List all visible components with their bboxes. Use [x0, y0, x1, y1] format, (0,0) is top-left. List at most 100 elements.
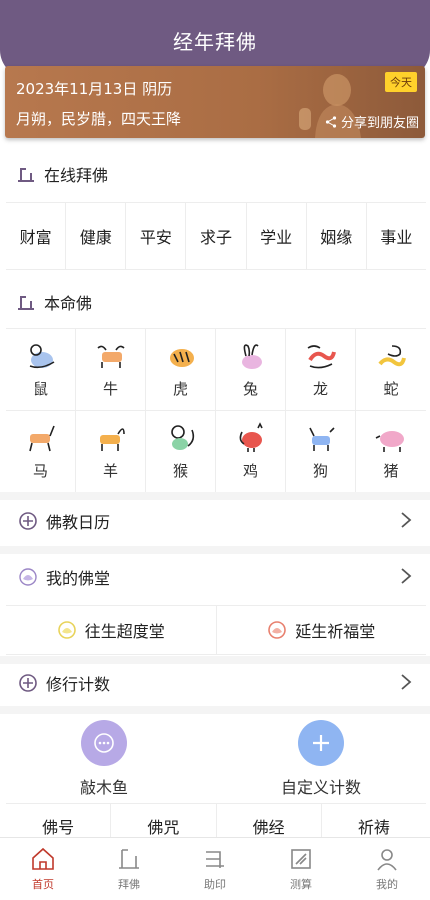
day-events: 月朔，民岁腊，四天王降 [16, 110, 182, 128]
patron-buddha-heading: 本命佛 [16, 290, 92, 314]
nav-profile-label: 我的 [376, 878, 398, 891]
zodiac-rat[interactable]: 鼠 [6, 329, 76, 411]
lotus-icon [57, 621, 76, 639]
zodiac-pig[interactable]: 猪 [356, 411, 426, 493]
online-worship-heading: 在线拜佛 [16, 162, 108, 186]
dog-icon [308, 427, 335, 451]
online-worship-title: 在线拜佛 [44, 166, 109, 185]
zodiac-snake[interactable]: 蛇 [356, 329, 426, 411]
zodiac-ox[interactable]: 牛 [76, 329, 146, 411]
horse-icon [28, 425, 55, 452]
date-banner[interactable]: 2023年11月13日 阴历 月朔，民岁腊，四天王降 今天 分享到朋友圈 [5, 66, 425, 138]
section-divider [0, 706, 430, 714]
plus-icon [298, 720, 344, 766]
nav-home[interactable]: 首页 [0, 838, 86, 900]
blessing-hall-label: 延生祈福堂 [295, 622, 376, 641]
custom-counter-label: 自定义计数 [281, 778, 362, 797]
custom-counter[interactable]: 自定义计数 [281, 720, 361, 798]
goat-icon [99, 428, 125, 451]
woodfish-label: 敲木鱼 [80, 778, 129, 797]
zodiac-label: 鼠 [32, 380, 48, 398]
nav-home-label: 首页 [32, 878, 54, 891]
zodiac-label: 兔 [242, 380, 258, 398]
rat-icon [29, 344, 54, 369]
zodiac-label: 牛 [102, 380, 118, 398]
nav-print[interactable]: 助印 [172, 838, 258, 900]
my-buddha-hall-label: 我的佛堂 [46, 569, 111, 588]
bottom-navigation: 首页 拜佛 助印 测算 我的 [0, 837, 430, 900]
altar-icon [18, 296, 34, 310]
nav-profile[interactable]: 我的 [344, 838, 430, 900]
lunar-date: 2023年11月13日 阴历 [16, 80, 173, 98]
blessing-hall-button[interactable]: 延生祈福堂 [217, 606, 427, 654]
altar-icon [119, 849, 139, 869]
patron-buddha-title: 本命佛 [44, 294, 93, 313]
monkey-icon [170, 425, 194, 450]
zodiac-dog[interactable]: 狗 [286, 411, 356, 493]
zodiac-horse[interactable]: 马 [6, 411, 76, 493]
worship-category[interactable]: 健康 [66, 203, 127, 269]
woodfish-counter[interactable]: 敲木鱼 [80, 720, 128, 798]
share-button[interactable]: 分享到朋友圈 [325, 112, 419, 131]
zodiac-label: 羊 [102, 462, 118, 480]
rebirth-hall-label: 往生超度堂 [84, 622, 165, 641]
worship-category[interactable]: 学业 [247, 203, 307, 269]
practice-counter-label: 修行计数 [46, 675, 111, 694]
rebirth-hall-button[interactable]: 往生超度堂 [6, 606, 217, 654]
rabbit-icon [241, 344, 262, 369]
plus-circle-icon [19, 674, 37, 692]
page-title: 经年拜佛 [173, 30, 257, 54]
practice-counter-row[interactable]: 修行计数 [0, 658, 430, 708]
rooster-icon [239, 422, 263, 452]
home-icon [32, 847, 54, 870]
zodiac-label: 猪 [383, 462, 399, 480]
worship-category[interactable]: 财富 [6, 203, 67, 269]
share-icon [325, 115, 337, 128]
print-icon [206, 851, 224, 868]
my-buddha-hall-row[interactable]: 我的佛堂 [0, 552, 430, 602]
snake-icon [378, 345, 406, 367]
nav-worship-label: 拜佛 [118, 878, 140, 891]
worship-category-row: 财富 健康 平安 求子 学业 姻缘 事业 [6, 202, 426, 270]
zodiac-goat[interactable]: 羊 [76, 411, 146, 493]
zodiac-label: 马 [32, 462, 48, 480]
worship-category[interactable]: 平安 [126, 203, 187, 269]
chevron-right-icon [401, 512, 412, 528]
divination-icon [291, 849, 311, 869]
zodiac-label: 蛇 [383, 380, 399, 398]
zodiac-dragon[interactable]: 龙 [286, 329, 356, 411]
zodiac-label: 猴 [172, 462, 188, 480]
pig-icon [375, 431, 404, 452]
share-label: 分享到朋友圈 [340, 116, 419, 131]
user-icon [377, 849, 397, 871]
zodiac-label: 鸡 [242, 462, 258, 480]
chevron-right-icon [401, 674, 412, 690]
woodfish-icon [81, 720, 127, 766]
hall-row: 往生超度堂 延生祈福堂 [6, 605, 426, 655]
nav-fortune[interactable]: 测算 [258, 838, 344, 900]
zodiac-label: 虎 [172, 380, 188, 398]
dragon-icon [307, 345, 336, 369]
nav-worship[interactable]: 拜佛 [86, 838, 172, 900]
nav-print-label: 助印 [204, 878, 226, 891]
worship-category[interactable]: 姻缘 [307, 203, 367, 269]
zodiac-label: 狗 [312, 462, 328, 480]
zodiac-grid: 鼠 牛 虎 兔 龙 蛇 马 羊 猴 鸡 狗 猪 [6, 328, 426, 493]
worship-category[interactable]: 求子 [186, 203, 247, 269]
zodiac-monkey[interactable]: 猴 [146, 411, 216, 493]
ox-icon [96, 345, 125, 368]
nav-fortune-label: 测算 [290, 878, 312, 891]
tiger-icon [169, 349, 194, 367]
zodiac-rooster[interactable]: 鸡 [216, 411, 286, 493]
buddhist-calendar-row[interactable]: 佛教日历 [0, 496, 430, 546]
buddhist-calendar-label: 佛教日历 [46, 513, 111, 532]
lotus-icon [268, 621, 287, 639]
chevron-right-icon [401, 568, 412, 584]
worship-category[interactable]: 事业 [367, 203, 426, 269]
zodiac-tiger[interactable]: 虎 [146, 329, 216, 411]
zodiac-label: 龙 [312, 380, 328, 398]
zodiac-rabbit[interactable]: 兔 [216, 329, 286, 411]
lotus-icon [19, 568, 37, 586]
plus-circle-icon [19, 512, 37, 530]
today-badge: 今天 [385, 72, 417, 92]
